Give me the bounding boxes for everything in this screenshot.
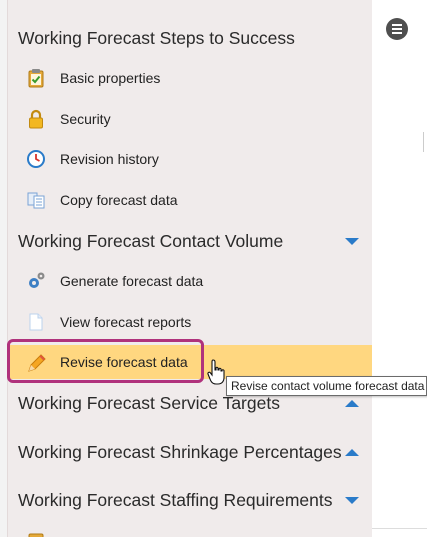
copy-document-icon: [26, 190, 46, 210]
nav-item-revision-history[interactable]: Revision history: [8, 142, 372, 176]
nav-item-label: Copy forecast data: [60, 192, 178, 208]
pane-bottom-border: [372, 528, 427, 529]
section-title: Working Forecast Steps to Success: [18, 27, 295, 48]
nav-item-label: Basic properties: [60, 70, 161, 86]
pane-divider: [423, 132, 427, 152]
nav-item-basic-properties[interactable]: Basic properties: [8, 61, 372, 95]
tooltip: Revise contact volume forecast data: [226, 376, 427, 396]
hamburger-menu-icon[interactable]: [386, 18, 408, 40]
section-title: Working Forecast Staffing Requirements: [18, 489, 333, 510]
chevron-down-icon[interactable]: [345, 496, 359, 504]
section-title: Working Forecast Contact Volume: [18, 230, 284, 251]
nav-item-generate-forecast-data[interactable]: Generate forecast data: [8, 264, 372, 298]
chevron-up-icon[interactable]: [345, 448, 359, 456]
gears-icon: [26, 271, 46, 291]
app-window: Working Forecast Steps to Success Basic …: [0, 0, 427, 537]
nav-item-view-forecast-reports[interactable]: View forecast reports: [8, 305, 372, 339]
highlight-annotation: [7, 339, 204, 383]
steps-sidebar: Working Forecast Steps to Success Basic …: [7, 0, 372, 537]
chevron-down-icon[interactable]: [345, 237, 359, 245]
clipboard-icon: [26, 528, 46, 537]
nav-item-security[interactable]: Security: [8, 102, 372, 136]
nav-item-label: Revision history: [60, 151, 159, 167]
nav-item-label: Security: [60, 111, 111, 127]
nav-item-label: Generate forecast data: [60, 273, 204, 289]
clock-history-icon: [26, 149, 46, 169]
section-contact-volume[interactable]: Working Forecast Contact Volume: [8, 223, 372, 259]
clipboard-check-icon: [26, 68, 46, 88]
nav-item-copy-forecast-data[interactable]: Copy forecast data: [8, 183, 372, 217]
nav-item-label: View forecast reports: [60, 314, 192, 330]
section-title: Working Forecast Shrinkage Percentages: [18, 441, 342, 462]
nav-item-partial[interactable]: [8, 521, 372, 537]
document-icon: [26, 312, 46, 332]
window-edge: [0, 0, 7, 537]
lock-icon: [26, 109, 46, 129]
section-staffing-requirements[interactable]: Working Forecast Staffing Requirements: [8, 482, 372, 518]
main-pane: [372, 0, 427, 537]
section-steps-to-success[interactable]: Working Forecast Steps to Success: [8, 20, 372, 56]
section-shrinkage-percentages[interactable]: Working Forecast Shrinkage Percentages: [8, 434, 372, 470]
chevron-up-icon[interactable]: [345, 399, 359, 407]
